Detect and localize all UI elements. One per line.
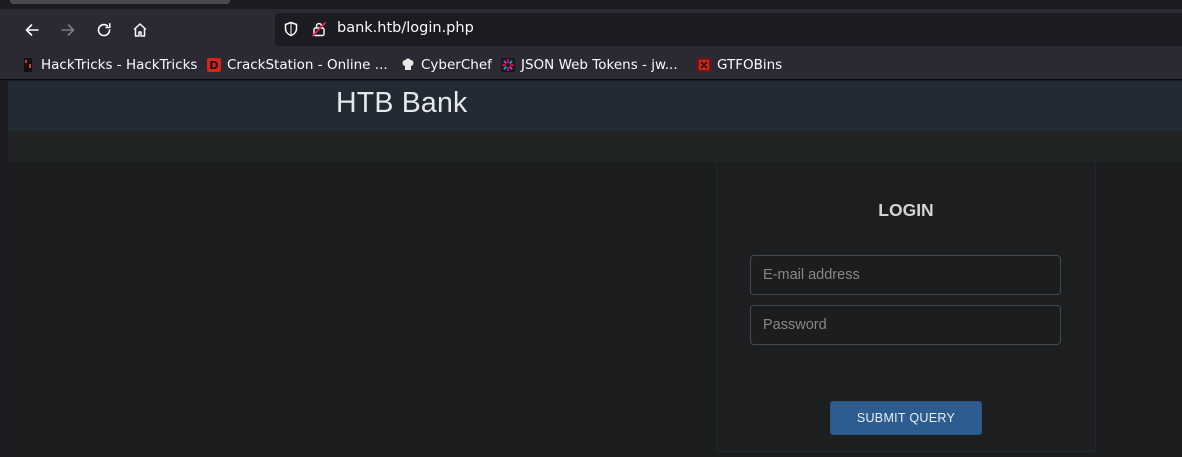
- url-text[interactable]: bank.htb/login.php: [337, 20, 474, 36]
- bookmark-crackstation[interactable]: D CrackStation - Online ...: [207, 56, 388, 74]
- tab-strip: [0, 0, 1182, 9]
- login-panel: LOGIN SUBMIT QUERY: [716, 162, 1096, 452]
- back-icon: [25, 24, 39, 36]
- bookmark-label: GTFOBins: [717, 57, 783, 73]
- jwt-favicon: [501, 58, 515, 72]
- hacktricks-favicon: [21, 58, 35, 72]
- bookmark-label: CrackStation - Online ...: [227, 57, 388, 73]
- insecure-lock-icon[interactable]: [311, 21, 327, 37]
- email-field[interactable]: [750, 255, 1061, 295]
- back-button[interactable]: [19, 17, 45, 43]
- bookmark-hacktricks[interactable]: HackTricks - HackTricks: [21, 56, 197, 74]
- reload-icon: [97, 23, 111, 37]
- home-button[interactable]: [127, 17, 153, 43]
- cyberchef-favicon: [401, 58, 415, 72]
- tracking-protection-shield-icon[interactable]: [283, 21, 299, 37]
- gtfobins-favicon: [697, 58, 711, 72]
- home-icon: [133, 23, 147, 37]
- page-content: HTB Bank LOGIN SUBMIT QUERY: [0, 81, 1182, 457]
- page-left-gutter: [0, 81, 8, 457]
- bookmark-label: CyberChef: [421, 57, 492, 73]
- password-field[interactable]: [750, 305, 1061, 345]
- bookmark-jwt[interactable]: JSON Web Tokens - jw...: [501, 56, 678, 74]
- navigation-toolbar: bank.htb/login.php: [0, 9, 1182, 50]
- crackstation-favicon: D: [207, 58, 221, 72]
- login-heading: LOGIN: [878, 200, 934, 220]
- bookmark-label: HackTricks - HackTricks: [41, 57, 198, 73]
- forward-button[interactable]: [55, 17, 81, 43]
- svg-text:D: D: [209, 59, 218, 72]
- browser-window: bank.htb/login.php HackTricks - HackTric…: [0, 0, 1182, 457]
- active-tab-edge[interactable]: [10, 0, 230, 4]
- submit-button[interactable]: SUBMIT QUERY: [830, 401, 982, 435]
- bookmark-cyberchef[interactable]: CyberChef: [401, 56, 492, 74]
- reload-button[interactable]: [91, 17, 117, 43]
- forward-icon: [61, 24, 75, 36]
- bookmark-label: JSON Web Tokens - jw...: [521, 57, 678, 73]
- site-title: HTB Bank: [336, 87, 468, 119]
- site-subheader: [8, 131, 1182, 162]
- bookmark-gtfobins[interactable]: GTFOBins: [697, 56, 782, 74]
- bookmarks-toolbar: HackTricks - HackTricks D CrackStation -…: [0, 50, 1182, 80]
- url-bar[interactable]: bank.htb/login.php: [275, 13, 1182, 46]
- site-header: HTB Bank: [8, 81, 1182, 131]
